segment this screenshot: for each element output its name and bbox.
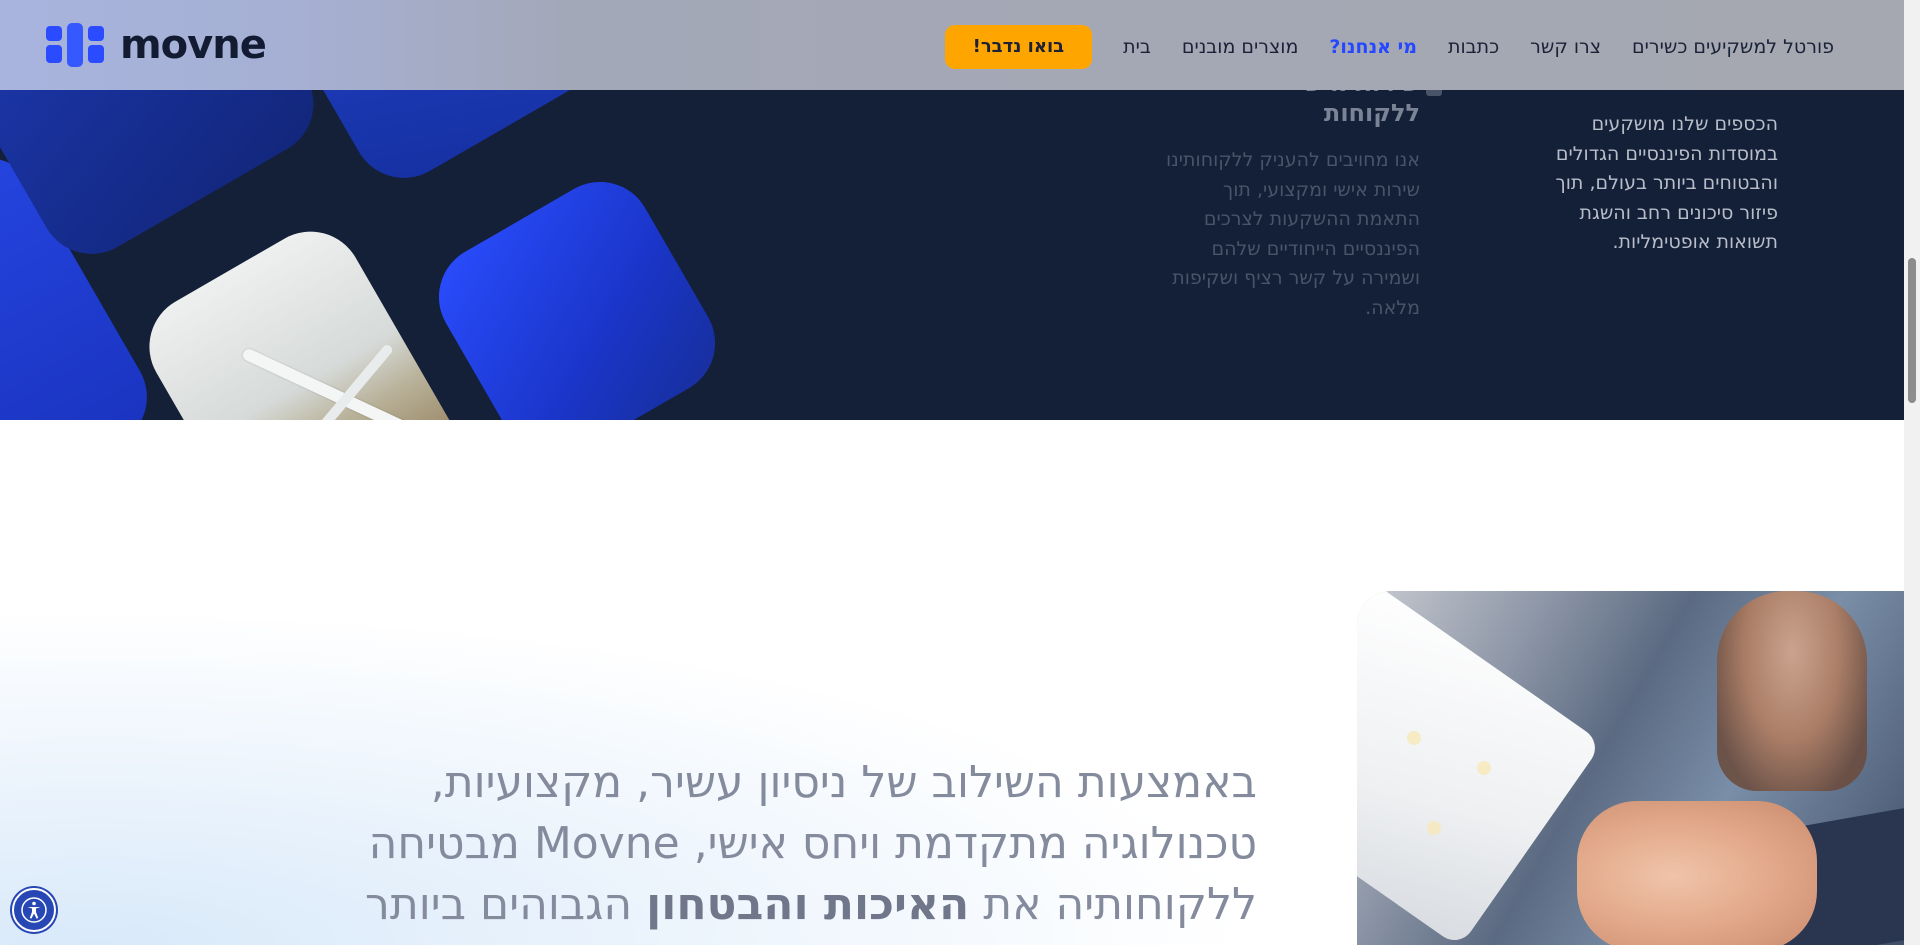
nav-item-about[interactable]: מי אנחנו? bbox=[1329, 36, 1417, 58]
contact-cta-button[interactable]: בואו נדבר! bbox=[944, 25, 1093, 69]
nav-item-contact[interactable]: צרו קשר bbox=[1530, 36, 1601, 58]
feature-text-line: אנו מחויבים להעניק ללקוחותינו bbox=[1166, 149, 1420, 171]
feature-text-line: במוסדות הפיננסיים הגדולים bbox=[1555, 142, 1778, 165]
light-spot bbox=[1427, 821, 1441, 835]
light-spot bbox=[1407, 731, 1421, 745]
handshake-shape bbox=[1577, 801, 1817, 945]
feature-heading-line: ללקוחות bbox=[1323, 99, 1420, 127]
logo-text: movne bbox=[120, 22, 267, 68]
nav-item-structured-products[interactable]: מוצרים מובנים bbox=[1182, 36, 1299, 58]
nav-item-investor-portal[interactable]: פורטל למשקיעים כשירים bbox=[1632, 36, 1834, 58]
wind-turbine-image bbox=[130, 212, 480, 420]
feature-text-line: הפיננסיים הייחודיים שלהם bbox=[1211, 237, 1420, 260]
feature-text-line: פיזור סיכונים רחב והשגת bbox=[1579, 201, 1778, 224]
site-header: movne בואו נדבר! בית מוצרים מובנים מי אנ… bbox=[0, 0, 1904, 90]
feature-investments: הכספים שלנו מושקעים במוסדות הפיננסיים הג… bbox=[1478, 110, 1778, 258]
accessibility-icon bbox=[21, 897, 47, 923]
feature-text-line: תשואות אופטימליות. bbox=[1612, 231, 1779, 253]
accessibility-button[interactable] bbox=[12, 888, 56, 932]
scrollbar[interactable] bbox=[1904, 0, 1920, 945]
lead-text-bold: האיכות והבטחון bbox=[646, 879, 970, 930]
feature-personal-service: שירות אישי ללקוחות אנו מחויבים להעניק לל… bbox=[1120, 68, 1420, 323]
logo-link[interactable]: movne bbox=[46, 22, 267, 68]
main-nav: בואו נדבר! בית מוצרים מובנים מי אנחנו? כ… bbox=[915, 25, 1834, 69]
scrollbar-thumb[interactable] bbox=[1908, 258, 1916, 403]
logo-icon bbox=[46, 23, 106, 67]
handshake-image bbox=[1357, 591, 1904, 945]
feature-text-line: ושמירה על קשר רציף ושקיפות bbox=[1172, 267, 1420, 289]
feature-text-line: התאמת ההשקעות לצרכים bbox=[1203, 208, 1420, 230]
feature-text-line: הכספים שלנו מושקעים bbox=[1591, 113, 1778, 135]
feature-text-line: והבטוחים ביותר בעולם, תוך bbox=[1555, 172, 1778, 194]
lead-text-part: הגבוהים ביותר bbox=[365, 879, 647, 930]
light-spot bbox=[1477, 761, 1491, 775]
nav-item-articles[interactable]: כתבות bbox=[1448, 36, 1499, 58]
feature-text-line: מלאה. bbox=[1365, 296, 1420, 319]
feature-text-line: שירות אישי ומקצועי, תוך bbox=[1223, 178, 1420, 201]
person-figure bbox=[1717, 591, 1867, 791]
about-lead-paragraph: באמצעות השילוב של ניסיון עשיר, מקצועיות,… bbox=[257, 752, 1257, 935]
nav-item-home[interactable]: בית bbox=[1123, 36, 1151, 58]
decorative-tile bbox=[419, 162, 735, 420]
